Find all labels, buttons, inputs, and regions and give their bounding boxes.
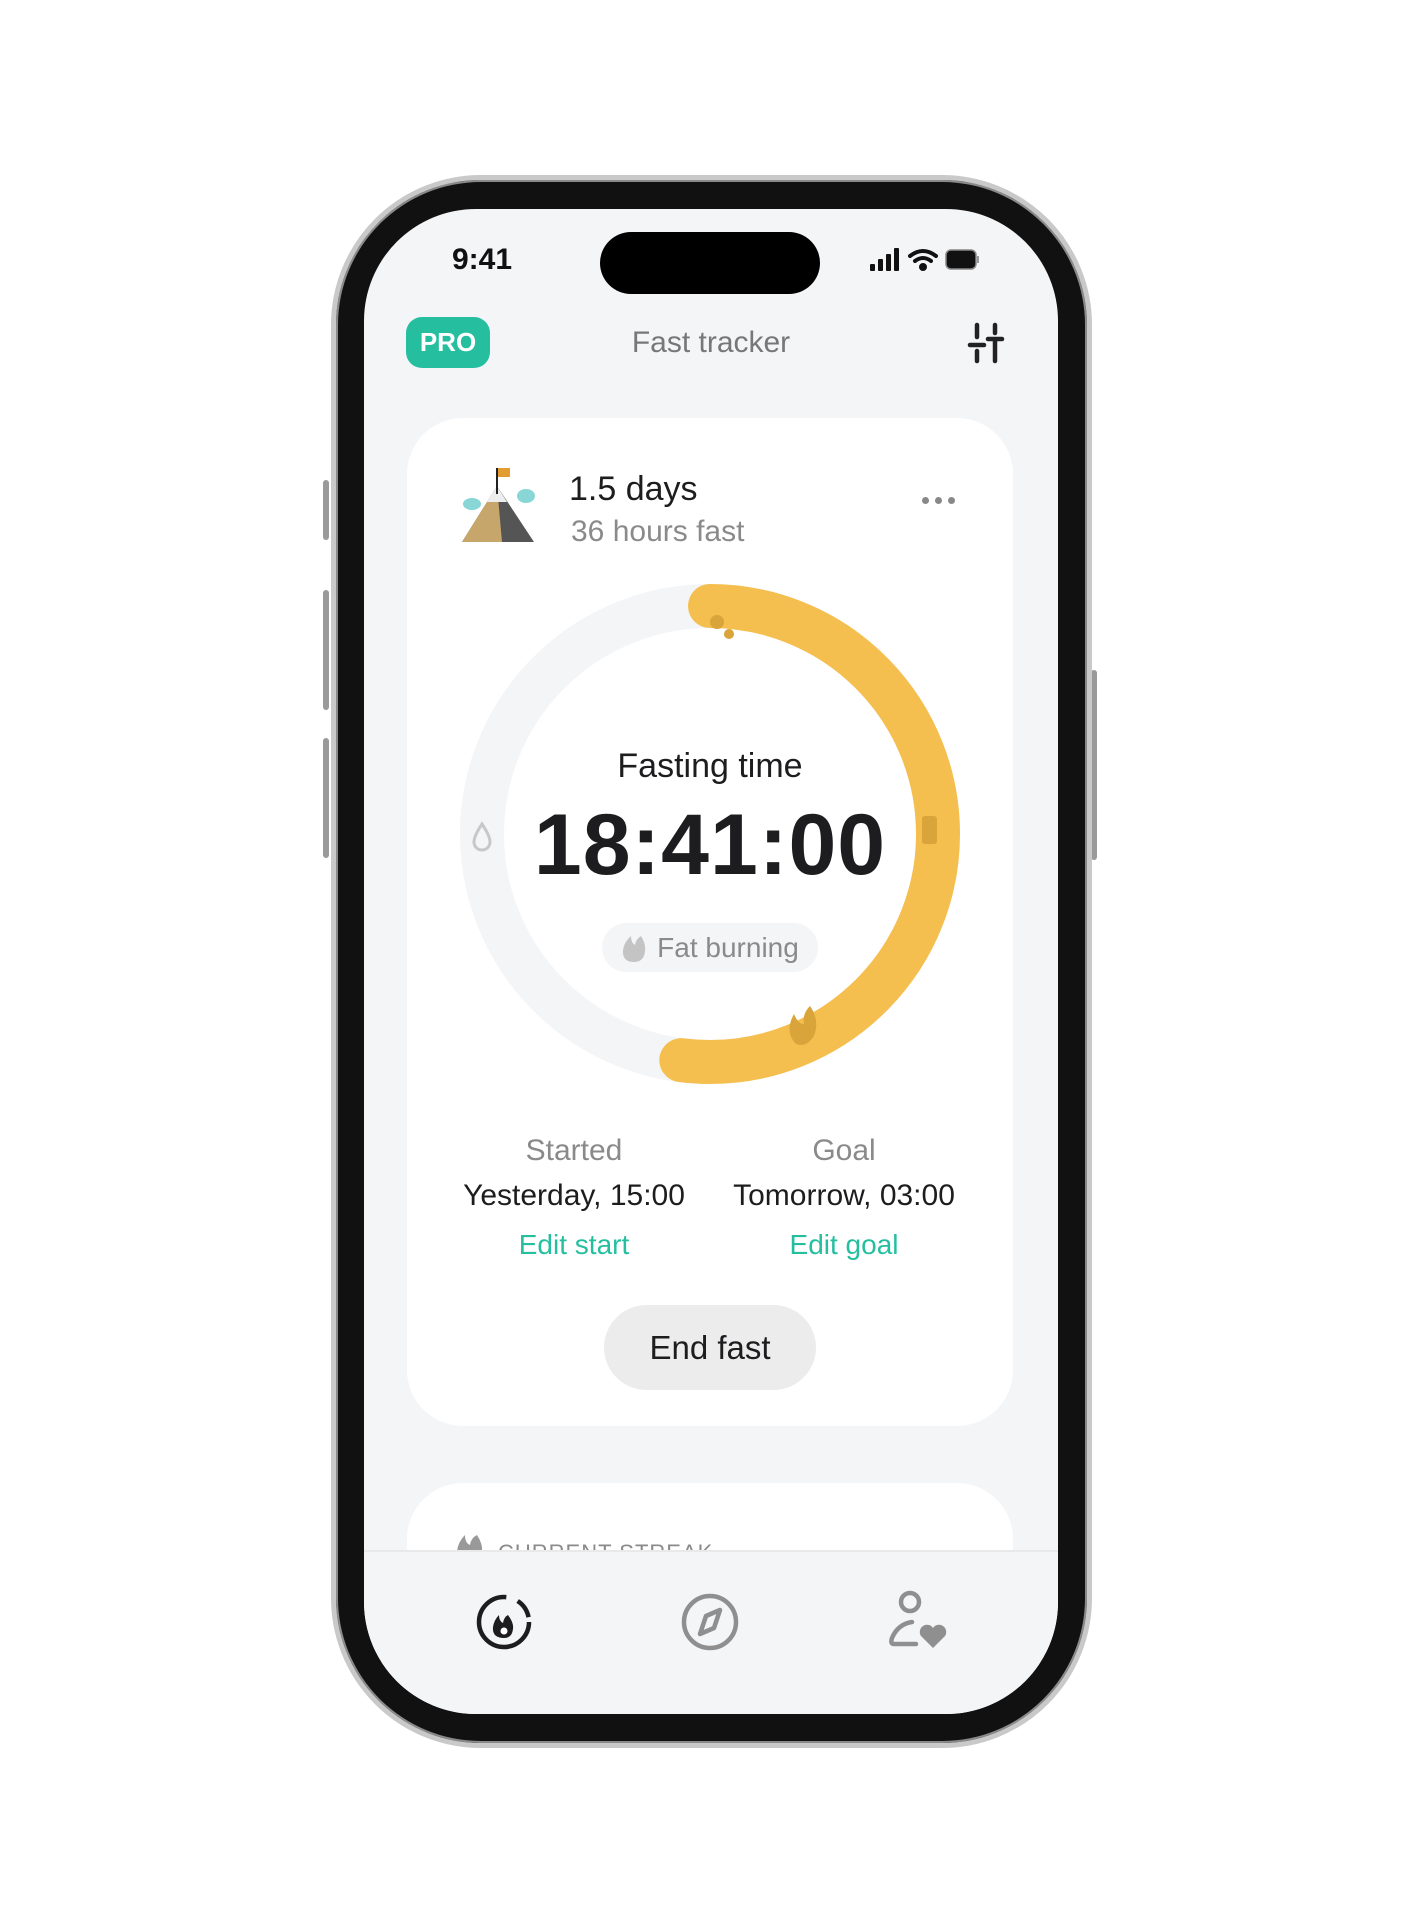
started-value: Yesterday, 15:00 (463, 1179, 685, 1212)
tab-profile[interactable] (886, 1588, 952, 1654)
volume-down-button (323, 738, 329, 858)
battery-charge-icon (922, 816, 937, 844)
stage-badge[interactable]: Fat burning (602, 923, 818, 972)
goal-label: Goal (812, 1134, 876, 1167)
tab-explore[interactable] (680, 1592, 740, 1652)
dynamic-island (600, 232, 820, 294)
edit-goal-link[interactable]: Edit goal (790, 1229, 899, 1261)
silent-switch (323, 480, 329, 540)
more-button[interactable] (922, 490, 966, 510)
sliders-icon[interactable] (967, 321, 1007, 365)
mountain-flag-icon (462, 468, 535, 542)
dot-icon (922, 496, 929, 504)
fast-card: 1.5 days 36 hours fast Fasting time 18:4… (407, 418, 1013, 1426)
dot-icon (935, 496, 942, 504)
fast-duration-subtitle: 36 hours fast (571, 515, 745, 548)
tab-bar (364, 1550, 1058, 1714)
stage-label: Fat burning (657, 931, 799, 963)
status-icons (870, 248, 979, 271)
timer-label: Fasting time (617, 747, 803, 785)
flame-icon (623, 935, 646, 962)
goal-value: Tomorrow, 03:00 (733, 1179, 955, 1212)
status-time: 9:41 (452, 243, 513, 276)
dot-icon (948, 496, 955, 504)
page-title: Fast tracker (631, 326, 791, 359)
signal-icon (870, 248, 899, 271)
edit-start-link[interactable]: Edit start (519, 1229, 629, 1261)
wifi-icon (908, 249, 938, 271)
app-screen: 9:41 PRO Fast tracker 1.5 days 36 hours … (364, 209, 1058, 1714)
volume-up-button (323, 590, 329, 710)
profile-heart-icon (889, 1590, 947, 1648)
started-label: Started (525, 1134, 623, 1167)
fast-duration-title: 1.5 days (569, 470, 698, 508)
end-fast-button[interactable]: End fast (604, 1305, 816, 1390)
compass-icon (681, 1593, 739, 1651)
battery-icon (945, 249, 979, 270)
timer-value: 18:41:00 (533, 797, 887, 893)
tab-fasting[interactable] (474, 1592, 534, 1652)
fasting-flame-icon (476, 1594, 532, 1650)
